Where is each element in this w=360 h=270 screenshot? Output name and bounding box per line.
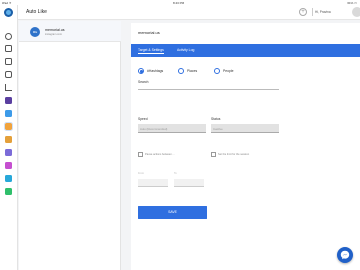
add-account-button[interactable]: + — [299, 8, 307, 16]
autolike-icon[interactable] — [4, 122, 13, 131]
status-label: Status — [211, 117, 221, 121]
hashtag-icon[interactable] — [5, 136, 12, 143]
contacts-icon[interactable] — [5, 97, 12, 104]
search-input[interactable] — [138, 89, 279, 90]
whatsapp-icon[interactable] — [5, 188, 12, 195]
limit-checkbox-label: Set the limit for the session — [218, 153, 250, 156]
user-greeting[interactable]: Hi, Pravina — [315, 10, 331, 14]
from-input[interactable] — [138, 179, 168, 187]
radio-dot[interactable] — [214, 68, 220, 74]
save-button[interactable]: SAVE — [138, 206, 207, 219]
tab-activity-log[interactable]: Activity Log — [177, 48, 194, 52]
to-input[interactable] — [174, 179, 204, 187]
stats-icon[interactable] — [5, 84, 12, 91]
search-label: Search — [138, 80, 149, 84]
speed-select[interactable]: Auto (Recommended) — [138, 124, 206, 133]
settings-panel: memorial.us Target & Settings Activity L… — [131, 23, 360, 270]
account-item[interactable]: ME memorial.us instagram.com — [19, 21, 121, 42]
grid-icon[interactable] — [5, 58, 12, 65]
status-time: 8:43 PM — [173, 0, 185, 5]
limit-checkbox[interactable] — [211, 152, 216, 157]
pause-checkbox[interactable] — [138, 152, 143, 157]
app-logo — [4, 8, 13, 17]
messages-icon[interactable] — [5, 110, 12, 117]
to-label: To — [174, 172, 177, 175]
radio-label: #Hashtags — [147, 69, 164, 73]
avatar[interactable] — [352, 7, 360, 17]
post-icon[interactable] — [5, 175, 12, 182]
status-carrier: iPad ✈ — [2, 0, 12, 5]
radio-label: People — [223, 69, 234, 73]
panel-title: memorial.us — [138, 30, 160, 35]
status-battery: 61% ▭ — [347, 0, 357, 5]
speed-label: Speed — [138, 117, 148, 121]
messenger-chat-button[interactable] — [337, 247, 353, 263]
page-title: Auto Like — [26, 9, 47, 15]
instagram-icon[interactable] — [5, 71, 12, 78]
sidebar — [0, 5, 18, 270]
pause-checkbox-label: Pause actions between ... — [145, 153, 175, 156]
status-select[interactable]: Inactive — [211, 124, 279, 133]
divider — [312, 8, 313, 16]
tab-bar: Target & Settings Activity Log — [131, 44, 360, 57]
from-label: From — [138, 172, 145, 175]
home-icon[interactable] — [5, 45, 12, 52]
account-handle: instagram.com — [45, 33, 63, 36]
comment-icon[interactable] — [5, 149, 12, 156]
radio-dot-selected[interactable] — [138, 68, 144, 74]
account-avatar: ME — [30, 27, 40, 37]
menu-icon[interactable] — [5, 33, 12, 40]
top-bar: Auto Like + Hi, Pravina — [18, 5, 360, 20]
follow-icon[interactable] — [5, 162, 12, 169]
account-list: ME memorial.us instagram.com — [19, 21, 121, 270]
account-name: memorial.us — [45, 28, 65, 32]
radio-label: Places — [187, 69, 198, 73]
messenger-icon — [340, 250, 350, 260]
radio-dot[interactable] — [178, 68, 184, 74]
tab-target-settings[interactable]: Target & Settings — [138, 48, 164, 54]
